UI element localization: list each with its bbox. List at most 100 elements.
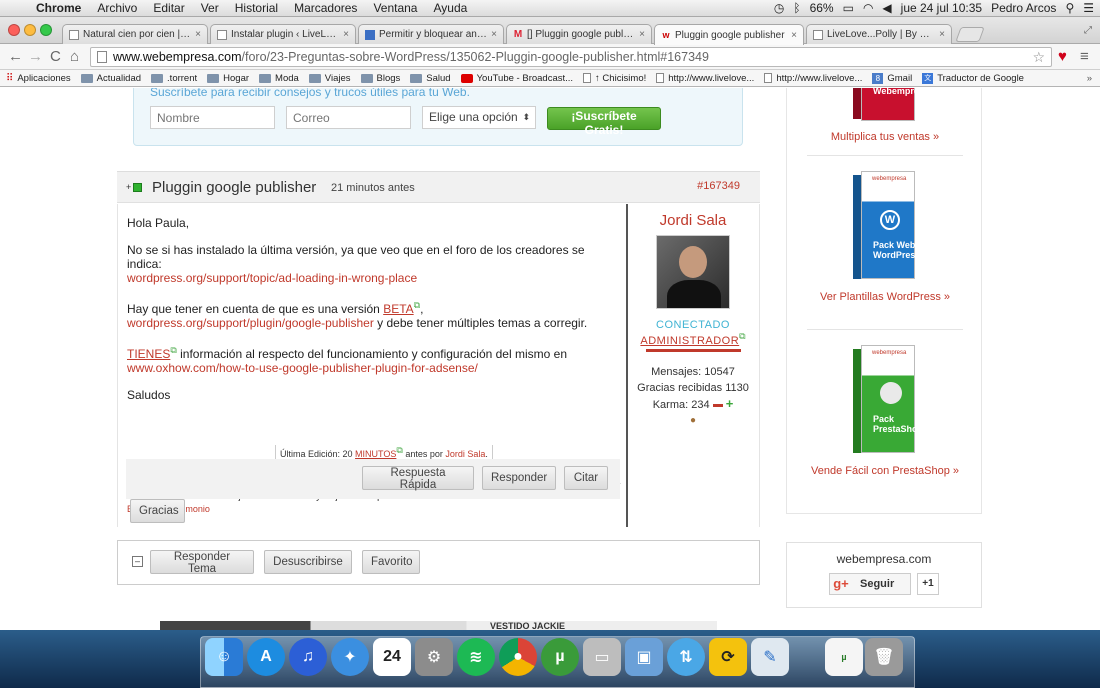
disk-utility-icon[interactable]: ▭	[583, 638, 621, 676]
preview-icon[interactable]: ▣	[625, 638, 663, 676]
quick-reply-button[interactable]: Respuesta Rápida	[362, 466, 474, 491]
post-permalink[interactable]: #167349	[697, 180, 740, 192]
bookmark-viajes[interactable]: Viajes	[308, 73, 351, 84]
menu-historial[interactable]: Historial	[227, 1, 286, 15]
page-info-icon[interactable]	[97, 51, 107, 63]
tienes-link[interactable]: TIENES	[127, 347, 170, 361]
subscribe-button[interactable]: ¡Suscríbete Gratis!	[547, 107, 661, 137]
option-select[interactable]: Elige una opción ⬍	[422, 106, 536, 129]
battery-percent[interactable]: 66%	[810, 1, 834, 15]
zoom-window-icon[interactable]	[40, 24, 52, 36]
advertisement-banner[interactable]: VESTIDO JACKIE	[160, 621, 717, 630]
product-webempresa[interactable]: Webempresa Multiplica tus ventas »	[787, 88, 983, 143]
bookmark-blogs[interactable]: Blogs	[360, 73, 400, 84]
finder-icon[interactable]: ☺	[205, 638, 243, 676]
karma-minus-icon[interactable]	[712, 403, 723, 407]
menu-editar[interactable]: Editar	[145, 1, 192, 15]
link-wordpress-plugin[interactable]: wordpress.org/support/plugin/google-publ…	[127, 316, 374, 330]
fullscreen-icon[interactable]: ⤢	[1084, 25, 1092, 36]
battery-icon[interactable]: ▭	[843, 1, 854, 15]
product-wordpress[interactable]: webempresa W Pack Web WordPress Ver Plan…	[787, 171, 983, 303]
address-bar[interactable]: www.webempresa.com/foro/23-Preguntas-sob…	[90, 47, 1052, 67]
menu-archivo[interactable]: Archivo	[89, 1, 145, 15]
sync-app-icon[interactable]: ⟳	[709, 638, 747, 676]
menu-marcadores[interactable]: Marcadores	[286, 1, 365, 15]
tab-livelove-polly[interactable]: LiveLove...Polly | By Paula ×	[806, 24, 952, 44]
minutos-link[interactable]: MINUTOS	[355, 449, 396, 459]
plus-one-button[interactable]: +1	[917, 573, 939, 595]
quote-button[interactable]: Citar	[564, 466, 608, 490]
menu-chrome[interactable]: Chrome	[28, 1, 89, 15]
reload-icon[interactable]: C	[50, 48, 61, 66]
product-prestashop[interactable]: webempresa Pack PrestaShop Vende Fácil c…	[787, 345, 983, 477]
author-name[interactable]: Jordi Sala	[628, 212, 758, 229]
tab-close-icon[interactable]: ×	[195, 29, 201, 40]
reply-button[interactable]: Responder	[482, 466, 556, 490]
tab-gmail-pluggin[interactable]: M [] Pluggin google publisher ×	[506, 24, 652, 44]
collapse-icon[interactable]: –	[132, 556, 143, 567]
bookmark-moda[interactable]: Moda	[259, 73, 299, 84]
editor-link[interactable]: Jordi Sala	[445, 449, 485, 459]
author-role[interactable]: ADMINISTRADOR	[640, 335, 739, 347]
tab-natural[interactable]: Natural cien por cien | Live ×	[62, 24, 208, 44]
heart-extension-icon[interactable]: ♥	[1058, 48, 1067, 66]
unsubscribe-button[interactable]: Desuscribirse	[264, 550, 352, 574]
bookmark-livelove-1[interactable]: http://www.livelove...	[656, 73, 754, 84]
user-name[interactable]: Pedro Arcos	[991, 1, 1056, 15]
close-window-icon[interactable]	[8, 24, 20, 36]
safari-icon[interactable]: ✦	[331, 638, 369, 676]
bookmark-hogar[interactable]: Hogar	[207, 73, 249, 84]
tab-close-icon[interactable]: ×	[939, 29, 945, 40]
bookmark-gmail[interactable]: 8 Gmail	[872, 72, 912, 84]
bookmark-apps[interactable]: ⠿ Aplicaciones	[6, 73, 71, 84]
tab-close-icon[interactable]: ×	[491, 29, 497, 40]
gplus-follow-button[interactable]: g+ Seguir	[829, 573, 911, 595]
product-caption[interactable]: Ver Plantillas WordPress »	[787, 291, 983, 303]
wifi-icon[interactable]: ◠	[863, 1, 873, 15]
tab-close-icon[interactable]: ×	[639, 29, 645, 40]
bookmark-torrent[interactable]: .torrent	[151, 73, 197, 84]
post-title[interactable]: Pluggin google publisher	[152, 179, 316, 196]
utorrent-icon[interactable]: µ	[541, 638, 579, 676]
thanks-button[interactable]: Gracias	[130, 499, 185, 523]
link-oxhow[interactable]: www.oxhow.com/how-to-use-google-publishe…	[127, 361, 478, 375]
bookmark-actualidad[interactable]: Actualidad	[80, 73, 141, 84]
spotify-icon[interactable]: ≋	[457, 638, 495, 676]
tab-instalar-plugin[interactable]: Instalar plugin ‹ LiveLove... ×	[210, 24, 356, 44]
bookmark-chicisimo[interactable]: ↑ Chicisimo!	[583, 73, 646, 84]
system-preferences-icon[interactable]: ⚙	[415, 638, 453, 676]
bookmark-livelove-2[interactable]: http://www.livelove...	[764, 73, 862, 84]
favorite-button[interactable]: Favorito	[362, 550, 420, 574]
calendar-icon[interactable]: 24	[373, 638, 411, 676]
bookmark-star-icon[interactable]: ☆	[1032, 48, 1045, 66]
tab-permitir-bloquear[interactable]: Permitir y bloquear anuncios×	[358, 24, 504, 44]
bluetooth-icon[interactable]: ᛒ	[793, 1, 800, 15]
clock[interactable]: jue 24 jul 10:35	[901, 1, 982, 15]
more-bookmarks-icon[interactable]: »	[1087, 73, 1100, 84]
minimize-window-icon[interactable]	[24, 24, 36, 36]
home-icon[interactable]: ⌂	[70, 48, 79, 66]
chrome-menu-icon[interactable]: ≡	[1080, 48, 1089, 66]
menu-ver[interactable]: Ver	[193, 1, 227, 15]
bookmark-youtube[interactable]: YouTube - Broadcast...	[460, 73, 573, 84]
chrome-icon[interactable]: ●	[499, 638, 537, 676]
bookmark-traductor[interactable]: 文 Traductor de Google	[922, 72, 1024, 84]
spotlight-icon[interactable]: ⚲	[1065, 1, 1074, 15]
back-icon[interactable]: ←	[8, 48, 23, 66]
link-wordpress-topic[interactable]: wordpress.org/support/topic/ad-loading-i…	[127, 271, 417, 285]
name-input[interactable]	[150, 106, 275, 129]
menu-ayuda[interactable]: Ayuda	[425, 1, 475, 15]
volume-icon[interactable]: ◀	[882, 1, 891, 15]
karma-plus-icon[interactable]: +	[726, 396, 734, 411]
textedit-icon[interactable]: ✎	[751, 638, 789, 676]
trash-icon[interactable]: 🗑	[865, 638, 903, 676]
email-input[interactable]	[286, 106, 411, 129]
notification-center-icon[interactable]: ☰	[1083, 1, 1094, 15]
product-caption[interactable]: Multiplica tus ventas »	[787, 131, 983, 143]
menu-ventana[interactable]: Ventana	[365, 1, 425, 15]
product-caption[interactable]: Vende Fácil con PrestaShop »	[787, 465, 983, 477]
transmit-icon[interactable]: ⇅	[667, 638, 705, 676]
torrent-file-icon[interactable]: µ	[825, 638, 863, 676]
new-tab-button[interactable]	[955, 27, 985, 42]
tab-close-icon[interactable]: ×	[791, 30, 797, 41]
